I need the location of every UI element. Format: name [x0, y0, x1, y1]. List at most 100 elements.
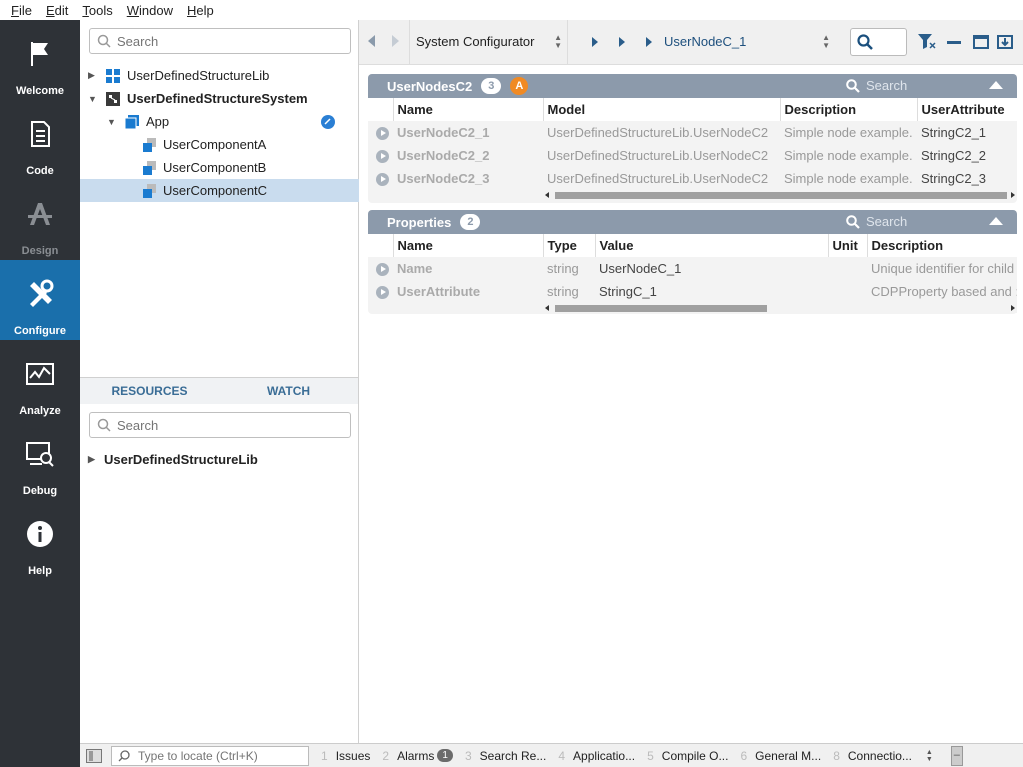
- scroll-left-icon[interactable]: [545, 305, 549, 311]
- view-combo[interactable]: System Configurator ▲ ▼: [416, 34, 562, 52]
- minimize-icon[interactable]: [946, 34, 962, 50]
- menu-edit[interactable]: Edit: [39, 3, 75, 18]
- status-tab-issues[interactable]: 1 Issues: [321, 749, 370, 763]
- status-tab-general-messages[interactable]: 6 General M...: [740, 749, 821, 763]
- expand-arrow-icon[interactable]: ▶: [88, 454, 98, 465]
- menu-window[interactable]: Window: [120, 3, 180, 18]
- mode-design[interactable]: Design: [0, 180, 80, 260]
- collapse-icon[interactable]: [989, 217, 1003, 225]
- expand-node-icon[interactable]: [376, 150, 389, 164]
- mode-code[interactable]: Code: [0, 100, 80, 180]
- column-header[interactable]: Value: [594, 234, 828, 257]
- toggle-sidebar-icon[interactable]: [86, 748, 102, 763]
- scroll-right-icon[interactable]: [1011, 305, 1015, 311]
- collapse-icon[interactable]: [989, 81, 1003, 89]
- collapse-arrow-icon[interactable]: ▼: [88, 94, 98, 104]
- menu-help[interactable]: Help: [180, 3, 221, 18]
- mode-help[interactable]: Help: [0, 500, 80, 580]
- scroll-right-icon[interactable]: [1011, 192, 1015, 198]
- updown-icon: ▲ ▼: [554, 33, 562, 50]
- status-tab-connections[interactable]: 8 Connectio...: [833, 749, 912, 763]
- toolbar-search-field[interactable]: [850, 28, 907, 56]
- table-row[interactable]: UserNodeC2_3 UserDefinedStructureLib.Use…: [368, 167, 1017, 190]
- resources-search-input[interactable]: [117, 417, 317, 433]
- project-tree-panel: ▶ UserDefinedStructureLib ▼ UserDefinedS…: [80, 20, 359, 377]
- menu-tools[interactable]: Tools: [75, 3, 119, 18]
- collapse-output-icon[interactable]: –: [950, 745, 963, 766]
- maximize-icon[interactable]: [973, 34, 989, 50]
- column-header[interactable]: UserAttribute: [916, 98, 1017, 121]
- tab-resources[interactable]: RESOURCES: [80, 378, 219, 404]
- cell-user-attribute[interactable]: StringC2_2: [917, 144, 1017, 167]
- status-tab-search-results[interactable]: 3 Search Re...: [465, 749, 546, 763]
- properties-panel-header[interactable]: Properties 2 Search: [368, 210, 1017, 234]
- mode-welcome[interactable]: Welcome: [0, 20, 80, 100]
- breadcrumb-arrow-icon[interactable]: [619, 37, 625, 47]
- expand-arrow-icon[interactable]: ▶: [88, 70, 98, 81]
- detach-icon[interactable]: [997, 34, 1013, 50]
- column-header[interactable]: Description: [779, 98, 917, 121]
- table-row[interactable]: UserAttribute string StringC_1 CDPProper…: [368, 280, 1017, 303]
- horizontal-scrollbar[interactable]: [543, 303, 1017, 313]
- filter-icon[interactable]: [918, 34, 936, 50]
- tree-item-app[interactable]: ▼ App: [80, 110, 359, 133]
- tree-search[interactable]: [89, 28, 351, 54]
- status-tab-alarms[interactable]: 2 Alarms 1: [382, 749, 453, 763]
- status-tab-compile-output[interactable]: 5 Compile O...: [647, 749, 728, 763]
- breadcrumb-arrow-icon[interactable]: [592, 37, 598, 47]
- column-header[interactable]: Name: [392, 234, 543, 257]
- horizontal-scrollbar[interactable]: [543, 190, 1017, 200]
- scrollbar-thumb[interactable]: [555, 192, 1007, 199]
- resources-search[interactable]: [89, 412, 351, 438]
- menu-file[interactable]: File: [4, 3, 39, 18]
- resource-item-lib[interactable]: ▶ UserDefinedStructureLib: [80, 448, 359, 471]
- expand-node-icon[interactable]: [376, 173, 389, 187]
- column-header[interactable]: Model: [542, 98, 780, 121]
- alarm-badge[interactable]: A: [510, 77, 529, 95]
- collapse-arrow-icon[interactable]: ▼: [107, 117, 117, 127]
- tab-watch[interactable]: WATCH: [219, 378, 358, 404]
- cell-user-attribute[interactable]: StringC2_3: [917, 167, 1017, 190]
- link-icon[interactable]: [321, 114, 335, 129]
- table-row[interactable]: UserNodeC2_2 UserDefinedStructureLib.Use…: [368, 144, 1017, 167]
- expand-node-icon[interactable]: [376, 127, 389, 141]
- tree-item-component-a[interactable]: UserComponentA: [80, 133, 359, 156]
- count-badge: 3: [481, 78, 502, 94]
- locate-input[interactable]: [138, 748, 308, 763]
- back-icon[interactable]: [368, 35, 375, 47]
- updown-icon: ▲ ▼: [822, 33, 830, 50]
- expand-property-icon[interactable]: [376, 286, 389, 300]
- mode-debug[interactable]: Debug: [0, 420, 80, 500]
- table-row[interactable]: UserNodeC2_1 UserDefinedStructureLib.Use…: [368, 121, 1017, 144]
- panel-search[interactable]: Search: [846, 214, 907, 229]
- table-row[interactable]: Name string UserNodeC_1 Unique identifie…: [368, 257, 1017, 280]
- scrollbar-thumb[interactable]: [555, 305, 767, 312]
- cell-user-attribute[interactable]: StringC2_1: [917, 121, 1017, 144]
- column-header[interactable]: Type: [542, 234, 595, 257]
- status-tab-application-output[interactable]: 4 Applicatio...: [558, 749, 635, 763]
- breadcrumb[interactable]: UserNodeC_1 ▲ ▼: [664, 34, 830, 52]
- tree-item-lib[interactable]: ▶ UserDefinedStructureLib: [80, 64, 359, 87]
- cell-model: UserDefinedStructureLib.UserNodeC2: [547, 148, 769, 163]
- nodes-panel-header[interactable]: UserNodesC2 3 A Search: [368, 74, 1017, 98]
- panel-search[interactable]: Search: [846, 78, 907, 93]
- tree-item-component-b[interactable]: UserComponentB: [80, 156, 359, 179]
- updown-icon[interactable]: ▲ ▼: [926, 749, 933, 763]
- mode-configure[interactable]: Configure: [0, 260, 80, 340]
- locate-field[interactable]: [111, 745, 309, 766]
- scroll-left-icon[interactable]: [545, 192, 549, 198]
- expand-property-icon[interactable]: [376, 263, 389, 277]
- breadcrumb-arrow-icon[interactable]: [646, 37, 652, 47]
- cell-value[interactable]: UserNodeC_1: [595, 257, 828, 280]
- tree-search-input[interactable]: [117, 33, 317, 49]
- locate-search-icon: [118, 749, 130, 761]
- tree-item-system[interactable]: ▼ UserDefinedStructureSystem: [80, 87, 359, 110]
- tree-item-component-c[interactable]: UserComponentC: [80, 179, 359, 202]
- cell-value[interactable]: StringC_1: [595, 280, 828, 303]
- search-icon: [846, 78, 860, 93]
- forward-icon[interactable]: [392, 35, 399, 47]
- column-header[interactable]: Description: [866, 234, 1017, 257]
- column-header[interactable]: Name: [392, 98, 543, 121]
- mode-analyze[interactable]: Analyze: [0, 340, 80, 420]
- column-header[interactable]: Unit: [827, 234, 867, 257]
